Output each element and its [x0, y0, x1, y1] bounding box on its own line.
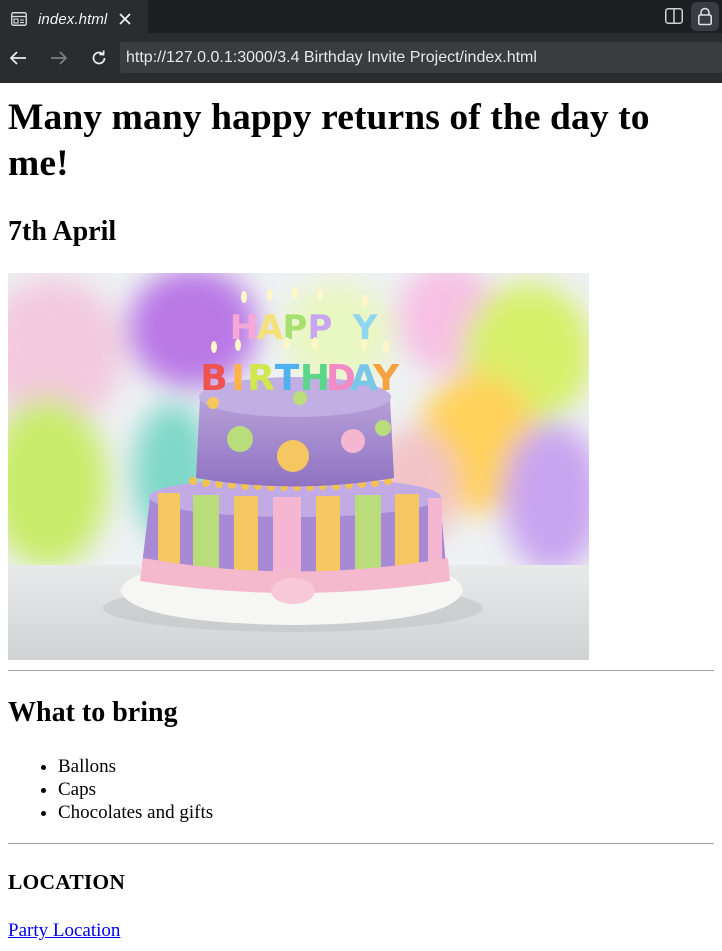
divider — [8, 670, 714, 671]
forward-arrow-icon[interactable] — [49, 48, 69, 68]
lock-icon[interactable] — [691, 2, 719, 31]
bring-list: Ballons Caps Chocolates and gifts — [8, 755, 714, 824]
svg-text:Y: Y — [372, 358, 400, 399]
svg-text:I: I — [231, 358, 244, 399]
list-item: Caps — [58, 778, 714, 801]
location-heading: LOCATION — [8, 870, 126, 894]
svg-text:T: T — [275, 358, 300, 399]
page-title: Many many happy returns of the day to me… — [8, 97, 650, 184]
list-item: Chocolates and gifts — [58, 801, 714, 824]
split-view-icon[interactable] — [664, 7, 684, 25]
divider — [8, 843, 714, 844]
party-location-link[interactable]: Party Location — [8, 919, 120, 942]
reload-icon[interactable] — [89, 48, 109, 68]
event-date: 7th April — [8, 216, 117, 247]
list-item: Ballons — [58, 755, 714, 778]
svg-text:P: P — [308, 308, 333, 348]
back-arrow-icon[interactable] — [8, 48, 28, 68]
tab-title: index.html — [38, 10, 108, 28]
svg-text:H: H — [230, 308, 258, 348]
address-bar[interactable]: http://127.0.0.1:3000/3.4 Birthday Invit… — [120, 42, 722, 73]
svg-text:R: R — [247, 358, 275, 399]
close-icon[interactable] — [117, 11, 133, 27]
birthday-cake-image: H A P P Y B I R T H D A Y — [8, 273, 589, 660]
browser-tab-bar: index.html — [0, 0, 722, 38]
browser-nav-bar: http://127.0.0.1:3000/3.4 Birthday Invit… — [0, 33, 722, 83]
page-icon — [11, 11, 29, 27]
page-content: Many many happy returns of the day to me… — [0, 95, 722, 942]
svg-text:B: B — [200, 358, 227, 399]
svg-text:A: A — [257, 308, 284, 348]
url-text[interactable]: http://127.0.0.1:3000/3.4 Birthday Invit… — [126, 49, 537, 67]
what-to-bring-heading: What to bring — [8, 697, 178, 728]
